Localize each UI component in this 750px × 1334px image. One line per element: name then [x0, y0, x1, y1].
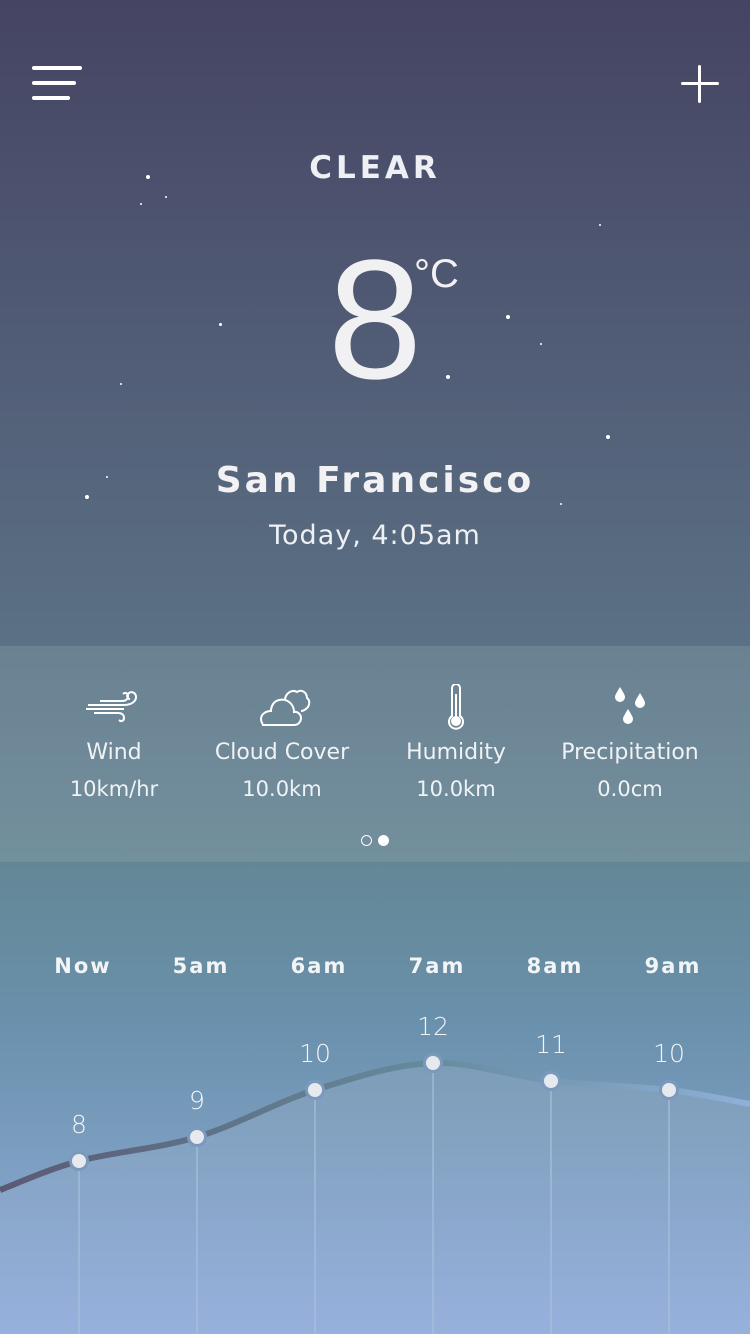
hamburger-menu-icon[interactable]: [32, 66, 82, 102]
star: [165, 196, 167, 198]
raindrops-icon: [540, 682, 720, 732]
hour-label: Now: [54, 954, 112, 978]
star: [140, 203, 142, 205]
hour-label: 8am: [526, 954, 584, 978]
stat-wind: Wind 10km/hr: [24, 682, 204, 801]
stats-panel[interactable]: Wind 10km/hr Cloud Cover 10.0km Humidity…: [0, 646, 750, 862]
stat-label: Wind: [86, 740, 142, 765]
data-label: 9: [189, 1086, 205, 1115]
chart-area: [0, 1062, 750, 1334]
data-point[interactable]: [541, 1071, 561, 1091]
chart-svg: 8 9 10 12 11 10: [0, 1012, 750, 1334]
page-dot-1[interactable]: [361, 835, 372, 846]
page-indicator[interactable]: [361, 835, 389, 846]
data-label: 10: [299, 1039, 331, 1068]
plus-icon[interactable]: [681, 65, 719, 103]
current-weather-header: CLEAR 8 °C San Francisco Today, 4:05am: [0, 0, 750, 646]
star: [606, 435, 610, 439]
date-time: Today, 4:05am: [269, 520, 481, 551]
hour-label: 6am: [290, 954, 348, 978]
city-name: San Francisco: [215, 460, 535, 501]
stat-label: Humidity: [406, 740, 506, 765]
star: [599, 224, 601, 226]
stat-value: 10.0km: [416, 777, 496, 801]
hour-label: 5am: [172, 954, 230, 978]
stat-precipitation: Precipitation 0.0cm: [540, 682, 720, 801]
data-point[interactable]: [69, 1151, 89, 1171]
hour-label: 7am: [408, 954, 466, 978]
temperature-unit: °C: [414, 252, 459, 296]
stat-value: 10km/hr: [69, 777, 159, 801]
stat-value: 10.0km: [242, 777, 322, 801]
stat-humidity: Humidity 10.0km: [366, 682, 546, 801]
data-label: 10: [653, 1039, 685, 1068]
data-point[interactable]: [187, 1127, 207, 1147]
stat-label: Precipitation: [561, 740, 699, 765]
data-label: 8: [71, 1110, 87, 1139]
stat-value: 0.0cm: [597, 777, 663, 801]
hourly-forecast-chart: 8 9 10 12 11 10 Now 5am 6am 7am 8am 9am: [0, 862, 750, 1334]
data-point[interactable]: [659, 1080, 679, 1100]
data-point[interactable]: [423, 1053, 443, 1073]
cloud-icon: [192, 682, 372, 732]
temperature: 8: [327, 225, 423, 415]
wind-icon: [24, 682, 204, 732]
data-point[interactable]: [305, 1080, 325, 1100]
thermometer-icon: [366, 682, 546, 732]
data-label: 11: [535, 1030, 567, 1059]
stat-cloud-cover: Cloud Cover 10.0km: [192, 682, 372, 801]
hour-label: 9am: [644, 954, 702, 978]
weather-condition: CLEAR: [309, 150, 441, 186]
data-label: 12: [417, 1012, 449, 1041]
star: [560, 503, 562, 505]
page-dot-2[interactable]: [378, 835, 389, 846]
stat-label: Cloud Cover: [214, 740, 350, 765]
